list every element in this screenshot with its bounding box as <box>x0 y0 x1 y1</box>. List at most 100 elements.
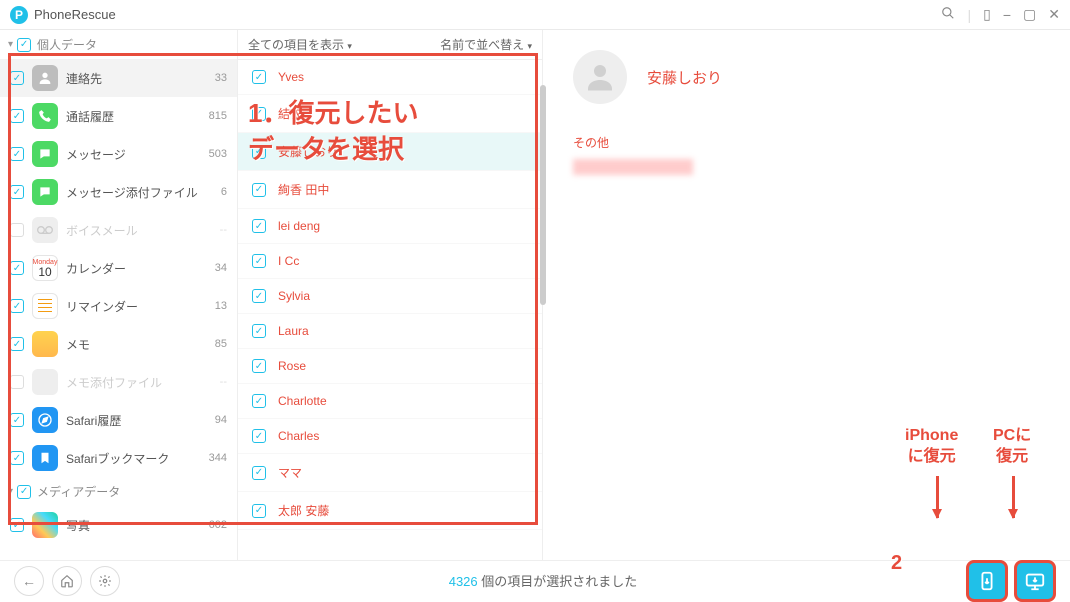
checkbox[interactable]: ✓ <box>252 324 266 338</box>
checkbox[interactable]: ✓ <box>252 429 266 443</box>
sidebar-item-messages[interactable]: ✓メッセージ503 <box>0 135 237 173</box>
checkbox[interactable]: ✓ <box>10 185 24 199</box>
home-button[interactable] <box>52 566 82 596</box>
contact-row[interactable]: ✓ Laura <box>238 314 542 349</box>
layout-toggle-icon[interactable]: ▯ <box>983 6 991 23</box>
checkbox[interactable]: ✓ <box>252 70 266 84</box>
recover-to-iphone-button[interactable] <box>966 560 1008 602</box>
scrollbar[interactable] <box>540 85 546 305</box>
sidebar-item-label: 連絡先 <box>66 70 215 87</box>
maximize-button[interactable]: ▢ <box>1023 6 1036 23</box>
contact-row[interactable]: ✓絢香 田中 <box>238 171 542 209</box>
checkbox[interactable]: ✓ <box>252 183 266 197</box>
checkbox[interactable]: ✓ <box>252 254 266 268</box>
checkbox[interactable]: ✓ <box>10 299 24 313</box>
sidebar-item-count: 815 <box>209 110 227 122</box>
checkbox[interactable]: ✓ <box>252 219 266 233</box>
contact-name: 太郎 安藤 <box>278 502 329 519</box>
sidebar-item-memo[interactable]: ✓ メモ85 <box>0 325 237 363</box>
settings-button[interactable] <box>90 566 120 596</box>
sidebar-item-photos[interactable]: ✓写真602 <box>0 506 237 544</box>
contact-row[interactable]: ✓I Cc <box>238 244 542 279</box>
contact-name: Charlotte <box>278 394 327 408</box>
category-checkbox[interactable]: ✓ <box>17 38 31 52</box>
contact-row[interactable]: ✓安藤しおり <box>238 133 542 171</box>
sidebar-item-count: 33 <box>215 72 227 84</box>
contact-row[interactable]: ✓ ママ <box>238 454 542 492</box>
contact-row[interactable]: ✓Sylvia <box>238 279 542 314</box>
contact-name: ママ <box>278 464 302 481</box>
checkbox[interactable]: ✓ <box>252 289 266 303</box>
sidebar-item-count: 13 <box>215 300 227 312</box>
close-button[interactable]: ✕ <box>1048 6 1060 23</box>
checkbox[interactable]: ✓ <box>10 261 24 275</box>
sidebar-item-count: 85 <box>215 338 227 350</box>
checkbox[interactable]: ✓ <box>252 107 266 121</box>
sidebar-item-contacts[interactable]: ✓ 連絡先33 <box>0 59 237 97</box>
sidebar-item-calls[interactable]: ✓ 通話履歴815 <box>0 97 237 135</box>
category-label: メディアデータ <box>37 483 120 500</box>
category-media-header[interactable]: ▾ ✓ メディアデータ <box>0 477 237 506</box>
checkbox[interactable]: ✓ <box>252 504 266 518</box>
sidebar-item-count: 94 <box>215 414 227 426</box>
contact-name: lei deng <box>278 219 320 233</box>
sidebar-item-attach[interactable]: ✓メッセージ添付ファイル6 <box>0 173 237 211</box>
view-filter-dropdown[interactable]: 全ての項目を表示 ▾ <box>248 36 440 53</box>
checkbox <box>10 223 24 237</box>
checkbox[interactable]: ✓ <box>252 394 266 408</box>
contact-row[interactable]: ✓ lei deng <box>238 209 542 244</box>
category-personal-header[interactable]: ▾ ✓ 個人データ <box>0 30 237 59</box>
calls-icon <box>32 103 58 129</box>
calendar-icon: Monday10 <box>32 255 58 281</box>
sidebar-item-calendar[interactable]: ✓Monday10カレンダー34 <box>0 249 237 287</box>
sidebar-item-safari-bookmark[interactable]: ✓Safariブックマーク344 <box>0 439 237 477</box>
sidebar-item-voicemail: ボイスメール-- <box>0 211 237 249</box>
memoattach-icon <box>32 369 58 395</box>
minimize-button[interactable]: − <box>1003 7 1011 23</box>
contact-row[interactable]: ✓ 結衣 <box>238 95 542 133</box>
sidebar-item-label: 写真 <box>66 517 209 534</box>
recover-to-pc-button[interactable] <box>1014 560 1056 602</box>
sidebar-item-safari-history[interactable]: ✓ Safari履歴94 <box>0 401 237 439</box>
checkbox[interactable]: ✓ <box>10 337 24 351</box>
sort-dropdown[interactable]: 名前で並べ替え ▾ <box>440 36 532 53</box>
sidebar-item-reminder[interactable]: ✓ リマインダー13 <box>0 287 237 325</box>
selection-status: 4326 個の項目が選択されました <box>120 571 966 590</box>
category-checkbox[interactable]: ✓ <box>17 485 31 499</box>
checkbox[interactable]: ✓ <box>252 359 266 373</box>
sidebar-item-label: 通話履歴 <box>66 108 209 125</box>
checkbox[interactable]: ✓ <box>252 466 266 480</box>
contact-name: Laura <box>278 324 309 338</box>
contacts-icon <box>32 65 58 91</box>
chevron-down-icon: ▾ <box>8 486 13 497</box>
messages-icon <box>32 141 58 167</box>
sidebar-item-label: Safari履歴 <box>66 412 215 429</box>
checkbox[interactable]: ✓ <box>10 413 24 427</box>
checkbox[interactable]: ✓ <box>10 518 24 532</box>
checkbox[interactable]: ✓ <box>10 109 24 123</box>
sidebar-item-count: -- <box>220 376 227 388</box>
attach-icon <box>32 179 58 205</box>
memo-icon <box>32 331 58 357</box>
contact-row[interactable]: ✓Yves <box>238 60 542 95</box>
sidebar-item-label: メモ <box>66 336 215 353</box>
contact-row[interactable]: ✓Charles <box>238 419 542 454</box>
sidebar-item-label: メモ添付ファイル <box>66 374 220 391</box>
contact-name: 結衣 <box>278 105 302 122</box>
checkbox[interactable]: ✓ <box>10 71 24 85</box>
safari-bookmark-icon <box>32 445 58 471</box>
contact-row[interactable]: ✓ 太郎 安藤 <box>238 492 542 530</box>
contact-row[interactable]: ✓Rose <box>238 349 542 384</box>
search-icon[interactable] <box>941 6 955 23</box>
checkbox[interactable]: ✓ <box>10 451 24 465</box>
voicemail-icon <box>32 217 58 243</box>
contact-row[interactable]: ✓ Charlotte <box>238 384 542 419</box>
safari-history-icon <box>32 407 58 433</box>
category-label: 個人データ <box>37 36 97 53</box>
sidebar-item-label: メッセージ <box>66 146 209 163</box>
titlebar: P PhoneRescue | ▯ − ▢ ✕ <box>0 0 1070 30</box>
checkbox[interactable]: ✓ <box>252 145 266 159</box>
back-button[interactable]: ← <box>14 566 44 596</box>
sidebar-item-label: リマインダー <box>66 298 215 315</box>
checkbox[interactable]: ✓ <box>10 147 24 161</box>
